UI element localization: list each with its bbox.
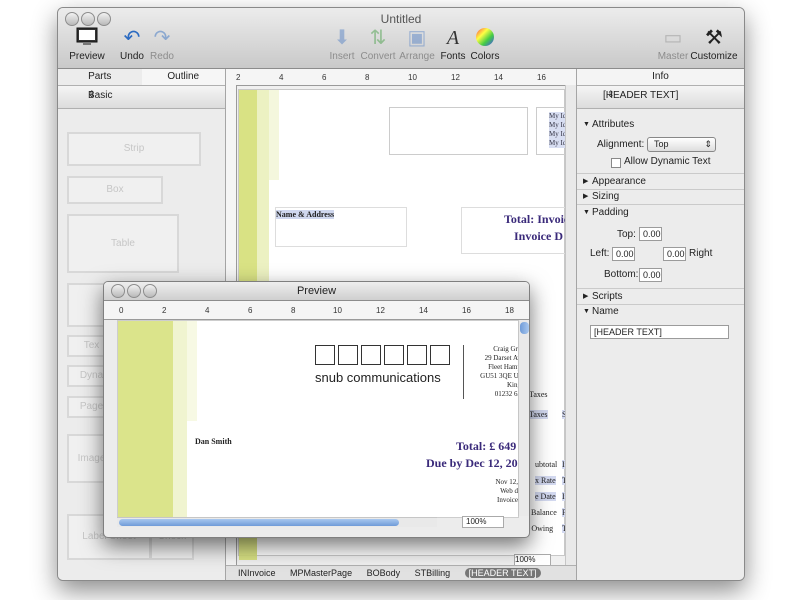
preview-ruler: 0 2 4 6 8 10 12 14 16 18: [104, 301, 529, 320]
breadcrumb-header-text[interactable]: [HEADER TEXT]: [464, 568, 541, 578]
disclosure-open-icon: ▼: [583, 209, 590, 216]
name-address-field[interactable]: Name & Address: [275, 207, 407, 247]
breadcrumb-stbilling[interactable]: STBilling: [415, 568, 451, 578]
disclosure-open-icon: ▼: [583, 308, 590, 315]
name-field[interactable]: [HEADER TEXT]: [590, 325, 729, 339]
header-box[interactable]: [389, 107, 528, 155]
sizing-section[interactable]: ▶ Sizing: [577, 189, 744, 205]
disclosure-open-icon: ▼: [583, 121, 590, 128]
preview-horizontal-scrollbar[interactable]: [117, 517, 437, 527]
scroll-thumb[interactable]: [520, 322, 529, 334]
popup-arrows-icon: ⇕: [607, 89, 615, 99]
company-logo: snub communications: [315, 345, 453, 385]
breadcrumb-mpmasterpage[interactable]: MPMasterPage: [290, 568, 352, 578]
disclosure-closed-icon: ▶: [583, 178, 589, 185]
category-select[interactable]: Basic ⇕: [58, 86, 225, 109]
disclosure-closed-icon: ▶: [583, 293, 589, 300]
popup-arrows-icon: ⇕: [88, 89, 96, 99]
preview-title: Preview: [296, 285, 337, 297]
alignment-select[interactable]: Top ⇕: [647, 137, 716, 152]
preview-vertical-scrollbar[interactable]: [518, 320, 529, 516]
padding-top-field[interactable]: 0.00: [639, 227, 662, 241]
scroll-thumb[interactable]: [119, 519, 399, 526]
selected-element-select[interactable]: [HEADER TEXT] ⇕: [577, 86, 744, 109]
name-section[interactable]: ▼ Name: [577, 304, 744, 319]
monitor-icon: [73, 26, 101, 50]
popup-arrows-icon: ⇕: [704, 139, 712, 149]
allow-dynamic-checkbox[interactable]: [611, 158, 621, 168]
disclosure-closed-icon: ▶: [583, 193, 589, 200]
library-tabs: Parts Outline: [58, 69, 225, 86]
breadcrumb-ininvoice[interactable]: INInvoice: [238, 568, 276, 578]
title-bar: Untitled Preview ↶ Undo ↷ Redo ⬇ Insert …: [58, 8, 744, 69]
preview-page: snub communications Craig Gra 29 Darset …: [117, 320, 519, 518]
colors-button[interactable]: Colors: [456, 26, 514, 66]
appearance-section[interactable]: ▶ Appearance: [577, 173, 744, 190]
tools-icon: ⚒: [705, 27, 723, 49]
tab-parts[interactable]: Parts: [58, 69, 142, 85]
master-page-icon: ▭: [663, 27, 683, 49]
scripts-section[interactable]: ▶ Scripts: [577, 288, 744, 305]
invoice-dates: Nov 12, Web d Invoice: [495, 478, 518, 504]
tab-outline[interactable]: Outline: [141, 69, 225, 85]
info-panel-title: Info: [577, 69, 744, 86]
preview-title-bar: Preview: [104, 282, 529, 301]
part-strip[interactable]: Strip: [67, 132, 201, 166]
color-wheel-icon: [471, 26, 499, 50]
window-title: Untitled: [380, 12, 422, 26]
preview-window: Preview 0 2 4 6 8 10 12 14 16 18 snub co…: [103, 281, 530, 538]
customer-name: Dan Smith: [195, 437, 232, 446]
horizontal-ruler: 2 4 6 8 10 12 14 16: [226, 69, 576, 86]
part-table[interactable]: Table: [67, 214, 179, 273]
total-box[interactable]: Total: Invoic Invoice D: [461, 207, 576, 254]
customize-button[interactable]: ⚒ Customize: [685, 26, 743, 66]
padding-section[interactable]: ▼ Padding: [577, 205, 744, 220]
total-invoice-text: Total: Invoic: [504, 212, 570, 226]
sender-address: Craig Gra 29 Darset Av Fleet Hamp GU51 3…: [463, 345, 518, 399]
attributes-section[interactable]: ▼ Attributes: [577, 117, 744, 132]
padding-left-field[interactable]: 0.00: [612, 247, 635, 261]
redo-icon: ↷: [153, 27, 171, 49]
breadcrumb: INInvoice MPMasterPage BOBody STBilling …: [226, 565, 576, 580]
part-box[interactable]: Box: [67, 176, 163, 204]
info-panel: Info [HEADER TEXT] ⇕ ▼ Attributes Alignm…: [577, 69, 744, 580]
canvas-vertical-scrollbar[interactable]: [565, 85, 576, 565]
preview-total: Total: £ 649: [456, 439, 517, 453]
invoice-due-text: Invoice D: [514, 229, 563, 243]
preview-due-date: Due by Dec 12, 20: [426, 456, 518, 470]
breadcrumb-bobody[interactable]: BOBody: [367, 568, 401, 578]
redo-button[interactable]: ↷ Redo: [133, 26, 191, 66]
padding-bottom-field[interactable]: 0.00: [639, 268, 662, 282]
preview-zoom[interactable]: 100%: [462, 516, 504, 528]
padding-right-field[interactable]: 0.00: [663, 247, 686, 261]
